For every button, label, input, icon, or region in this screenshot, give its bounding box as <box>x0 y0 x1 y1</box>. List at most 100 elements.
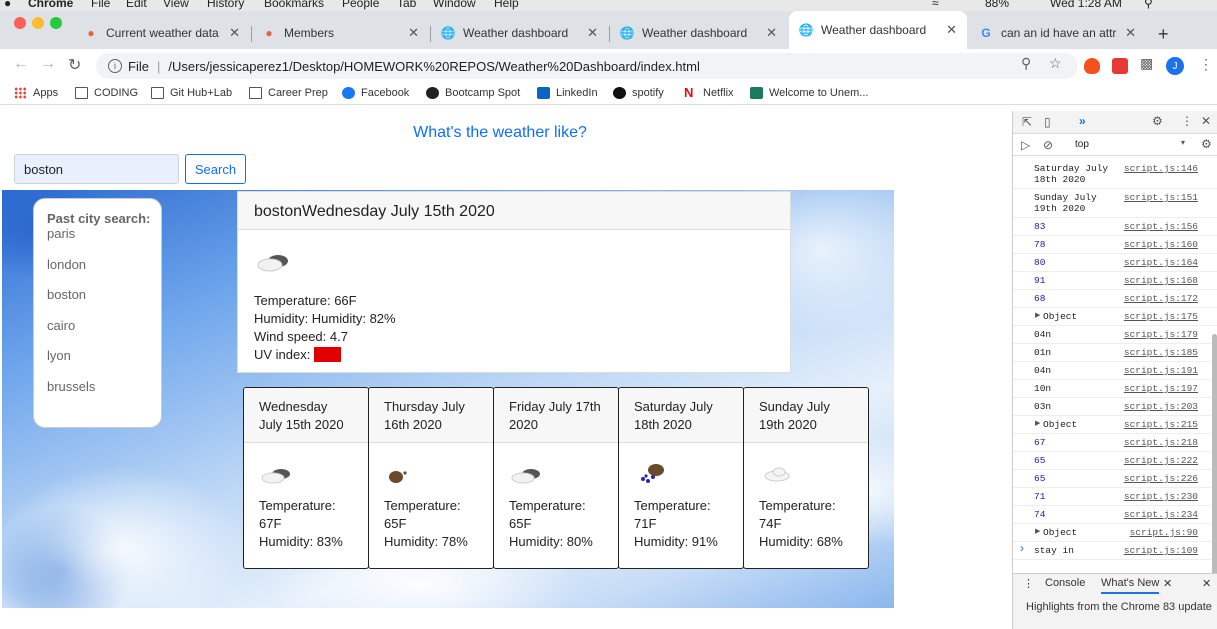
wifi-icon[interactable]: ≈ <box>932 0 939 10</box>
expand-triangle-icon[interactable]: ▶ <box>1035 419 1040 430</box>
back-icon[interactable]: ← <box>13 55 29 73</box>
close-tab-icon[interactable]: ✕ <box>946 22 957 38</box>
console-source-link[interactable]: script.js:109 <box>1124 545 1198 556</box>
menu-tab[interactable]: Tab <box>397 0 416 10</box>
console-prompt-icon[interactable]: › <box>1020 541 1024 555</box>
bookmark-career-prep[interactable]: Career Prep <box>249 87 328 99</box>
console-source-link[interactable]: script.js:203 <box>1124 401 1198 412</box>
menu-bookmarks[interactable]: Bookmarks <box>264 0 324 10</box>
extensions-puzzle-icon[interactable]: ▩ <box>1140 55 1153 72</box>
console-source-link[interactable]: script.js:222 <box>1124 455 1198 466</box>
apple-icon[interactable]: ● <box>4 0 11 10</box>
drawer-tab-whats-new[interactable]: What's New <box>1101 577 1160 594</box>
devtools-settings-icon[interactable]: ⚙ <box>1152 114 1163 128</box>
console-source-link[interactable]: script.js:168 <box>1124 275 1198 286</box>
menu-history[interactable]: History <box>207 0 244 10</box>
console-source-link[interactable]: script.js:175 <box>1124 311 1198 322</box>
console-source-link[interactable]: script.js:185 <box>1124 347 1198 358</box>
tab-weather-dashboard-active[interactable]: 🌐 Weather dashboard ✕ <box>789 11 967 49</box>
menu-app-name[interactable]: Chrome <box>28 0 73 10</box>
console-source-link[interactable]: script.js:234 <box>1124 509 1198 520</box>
console-object[interactable]: ▶ Object script.js:215 <box>1013 416 1217 434</box>
history-item-london[interactable]: london <box>47 257 161 288</box>
clear-console-icon[interactable]: ⊘ <box>1043 138 1053 152</box>
forward-icon[interactable]: → <box>40 55 56 73</box>
chrome-menu-icon[interactable]: ⋮ <box>1199 56 1213 73</box>
console-source-link[interactable]: script.js:191 <box>1124 365 1198 376</box>
close-tab-icon[interactable]: ✕ <box>1125 25 1136 41</box>
tab-members[interactable]: ● Members ✕ <box>252 17 429 49</box>
show-sidebar-icon[interactable]: ▷ <box>1021 138 1030 152</box>
more-panels-icon[interactable]: » <box>1079 114 1086 128</box>
url-text[interactable]: /Users/jessicaperez1/Desktop/HOMEWORK%20… <box>168 59 700 74</box>
city-search-input[interactable] <box>14 154 179 184</box>
menu-file[interactable]: File <box>91 0 110 10</box>
close-drawer-tab-icon[interactable]: ✕ <box>1163 577 1172 590</box>
search-button[interactable]: Search <box>185 154 246 184</box>
zoom-window-button[interactable] <box>50 17 62 29</box>
console-source-link[interactable]: script.js:156 <box>1124 221 1198 232</box>
menu-people[interactable]: People <box>342 0 379 10</box>
console-source-link[interactable]: script.js:172 <box>1124 293 1198 304</box>
console-settings-icon[interactable]: ⚙ <box>1201 137 1212 151</box>
history-item-lyon[interactable]: lyon <box>47 348 161 379</box>
inspect-element-icon[interactable]: ⇱ <box>1022 115 1032 129</box>
console-source-link[interactable]: script.js:218 <box>1124 437 1198 448</box>
close-tab-icon[interactable]: ✕ <box>408 25 419 41</box>
close-tab-icon[interactable]: ✕ <box>587 25 598 41</box>
console-source-link[interactable]: script.js:226 <box>1124 473 1198 484</box>
expand-triangle-icon[interactable]: ▶ <box>1035 311 1040 322</box>
close-tab-icon[interactable]: ✕ <box>766 25 777 41</box>
tab-google-search[interactable]: G can an id have an attribu ✕ <box>969 17 1146 49</box>
menu-edit[interactable]: Edit <box>126 0 147 10</box>
reload-icon[interactable]: ↻ <box>68 55 81 75</box>
minimize-window-button[interactable] <box>32 17 44 29</box>
menu-window[interactable]: Window <box>433 0 476 10</box>
bookmark-coding[interactable]: CODING <box>75 87 138 99</box>
new-tab-icon[interactable]: + <box>1158 24 1169 45</box>
tab-weather-dashboard-1[interactable]: 🌐 Weather dashboard ✕ <box>431 17 608 49</box>
console-source-link[interactable]: script.js:164 <box>1124 257 1198 268</box>
console-source-link[interactable]: script.js:90 <box>1130 527 1198 538</box>
history-item-boston[interactable]: boston <box>47 287 161 318</box>
device-toolbar-icon[interactable]: ▯ <box>1044 115 1051 129</box>
bookmark-apps[interactable]: Apps <box>14 87 58 99</box>
menu-view[interactable]: View <box>163 0 189 10</box>
context-selector[interactable]: top <box>1075 139 1089 150</box>
zoom-icon[interactable]: ⚲ <box>1021 55 1031 72</box>
devtools-menu-icon[interactable]: ⋮ <box>1181 114 1193 128</box>
close-window-button[interactable] <box>14 17 26 29</box>
clock[interactable]: Wed 1:28 AM <box>1050 0 1122 10</box>
close-tab-icon[interactable]: ✕ <box>229 25 240 41</box>
bookmark-facebook[interactable]: Facebook <box>342 87 409 99</box>
close-devtools-icon[interactable]: ✕ <box>1201 114 1211 128</box>
spotlight-icon[interactable]: ⚲ <box>1144 0 1153 10</box>
console-source-link[interactable]: script.js:160 <box>1124 239 1198 250</box>
console-source-link[interactable]: script.js:230 <box>1124 491 1198 502</box>
console-source-link[interactable]: script.js:215 <box>1124 419 1198 430</box>
bookmark-linkedin[interactable]: LinkedIn <box>537 87 598 99</box>
drawer-menu-icon[interactable]: ⋮ <box>1023 577 1034 590</box>
console-source-link[interactable]: script.js:197 <box>1124 383 1198 394</box>
console-object[interactable]: ▶ Object script.js:175 <box>1013 308 1217 326</box>
history-item-cairo[interactable]: cairo <box>47 318 161 349</box>
console-scrollbar[interactable] <box>1212 334 1217 578</box>
site-info-icon[interactable]: i <box>108 59 122 73</box>
tab-current-weather-data[interactable]: ● Current weather data - O ✕ <box>74 17 250 49</box>
bookmark-bootcamp-spot[interactable]: Bootcamp Spot <box>426 87 520 99</box>
profile-avatar[interactable]: J <box>1166 57 1184 75</box>
context-dropdown-icon[interactable]: ▾ <box>1181 138 1185 147</box>
extension-red-icon[interactable] <box>1112 58 1128 74</box>
console-source-link[interactable]: script.js:151 <box>1124 192 1198 203</box>
tab-weather-dashboard-2[interactable]: 🌐 Weather dashboard ✕ <box>610 17 787 49</box>
address-bar[interactable]: i File | /Users/jessicaperez1/Desktop/HO… <box>96 53 1078 79</box>
console-source-link[interactable]: script.js:146 <box>1124 163 1198 174</box>
bookmark-star-icon[interactable]: ☆ <box>1049 55 1062 72</box>
history-item-paris[interactable]: paris <box>47 226 161 257</box>
extension-fire-icon[interactable] <box>1084 58 1100 74</box>
expand-triangle-icon[interactable]: ▶ <box>1035 527 1040 538</box>
console-source-link[interactable]: script.js:179 <box>1124 329 1198 340</box>
bookmark-spotify[interactable]: spotify <box>613 87 664 99</box>
console-object[interactable]: ▶ Object script.js:90 <box>1013 524 1217 542</box>
bookmark-github-lab[interactable]: Git Hub+Lab <box>151 87 232 99</box>
